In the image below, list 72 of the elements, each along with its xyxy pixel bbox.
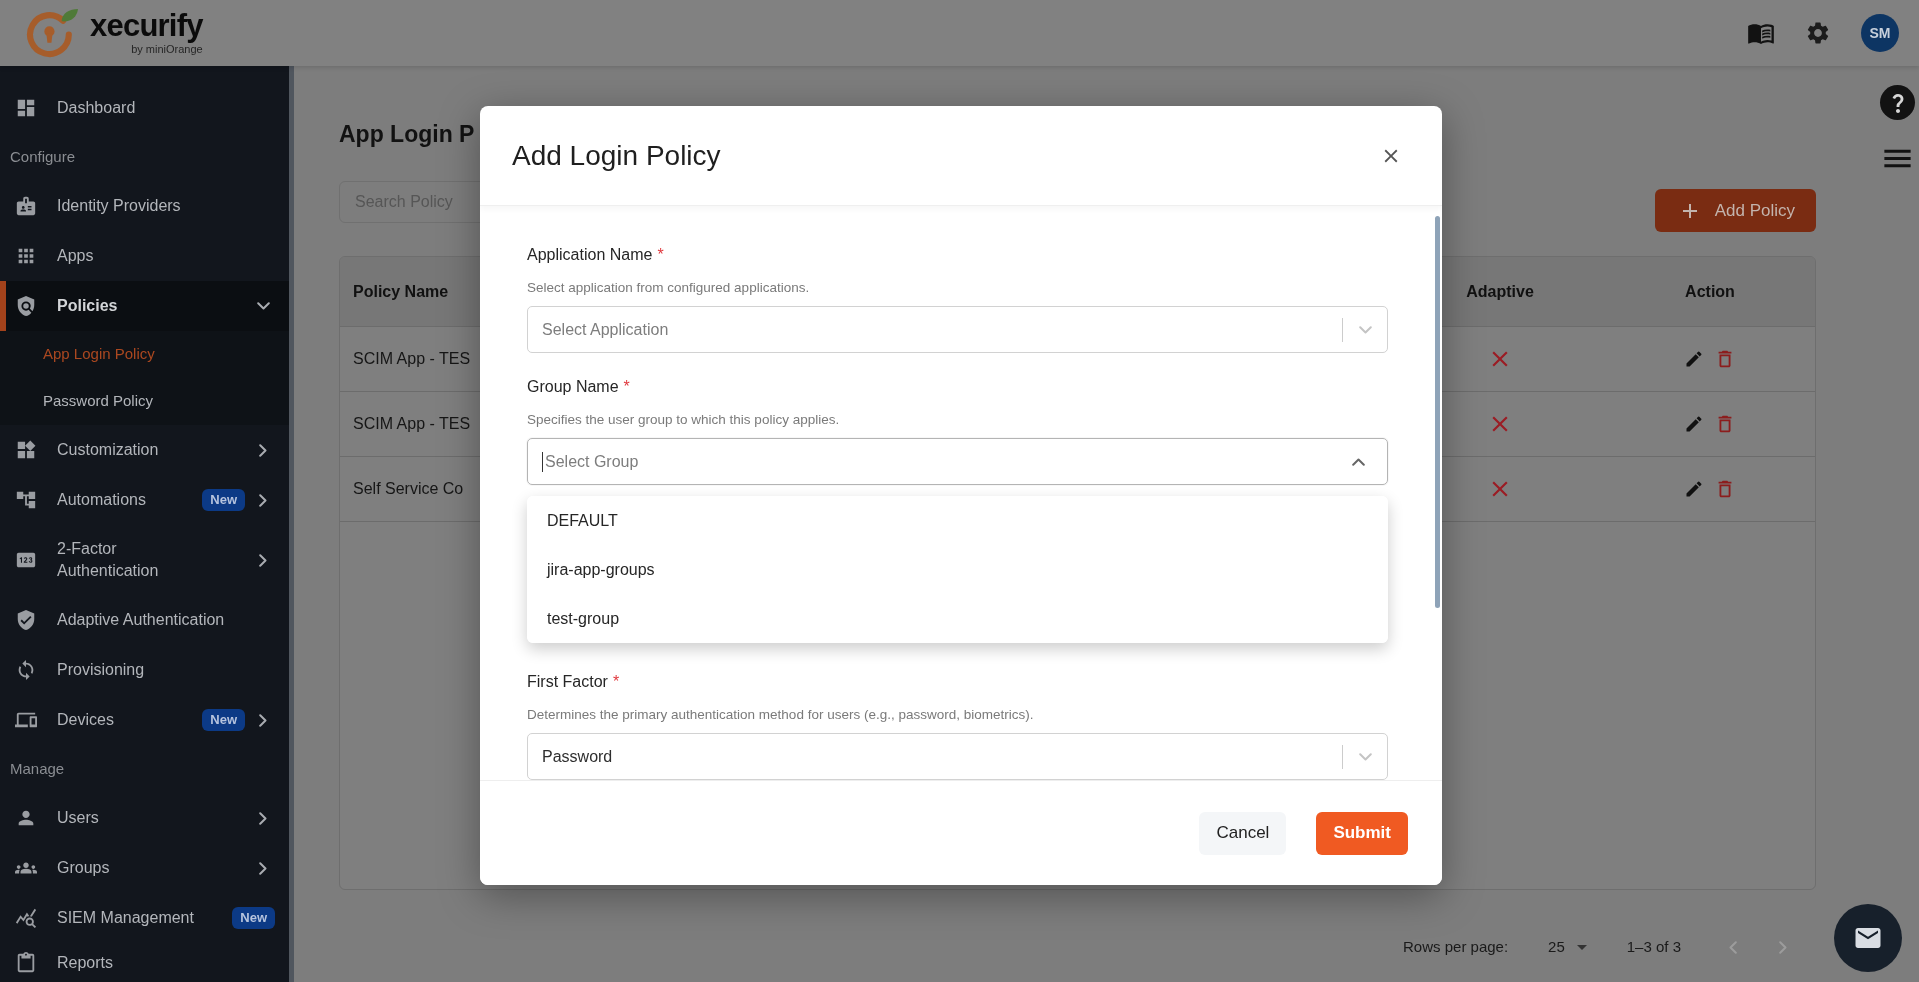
page-title: App Login P (339, 120, 475, 149)
avatar[interactable]: SM (1861, 14, 1899, 52)
nav-item[interactable]: Provisioning (0, 645, 289, 695)
rows-per-page-label: Rows per page: (1403, 936, 1509, 957)
page-range: 1–3 of 3 (1626, 936, 1681, 957)
section-label: Configure (10, 146, 76, 167)
chart-search-icon (15, 907, 37, 929)
caret-down-icon (1576, 944, 1587, 950)
field-label: Application Name (527, 245, 653, 265)
column-header: Adaptive (1466, 281, 1534, 302)
policy-name: SCIM App - TES (353, 349, 471, 369)
pencil-icon[interactable] (1684, 479, 1704, 499)
nav-item[interactable]: Users (0, 793, 289, 843)
field-help: Determines the primary authentication method for users (e.g., password, biometrics). (527, 707, 1034, 723)
scrollbar-thumb[interactable] (1435, 216, 1440, 608)
column-header: Policy Name (353, 281, 449, 302)
nav-item[interactable]: SIEM Management New (0, 893, 289, 943)
id-badge-icon (15, 195, 37, 217)
field-label: First Factor (527, 672, 608, 692)
required-mark: * (657, 245, 664, 265)
help-icon[interactable] (1880, 85, 1915, 120)
nav-item[interactable]: Automations New (0, 475, 289, 525)
nav-item[interactable]: Dashboard (0, 83, 289, 133)
dropdown-option[interactable]: jira-app-groups (527, 545, 1388, 594)
chevron-left-icon (1729, 940, 1737, 954)
chevron-down-icon (1359, 325, 1372, 334)
nav-badge: New (202, 709, 245, 731)
nav-item[interactable]: Policies (0, 281, 289, 331)
brand-name: xecurify (90, 10, 203, 42)
dashboard-icon (15, 97, 37, 119)
nav-item[interactable]: Adaptive Authentication (0, 595, 289, 645)
nav-item[interactable]: Identity Providers (0, 181, 289, 231)
column-header: Action (1685, 281, 1735, 302)
nav-item[interactable]: Groups (0, 843, 289, 893)
pencil-icon[interactable] (1684, 414, 1704, 434)
chevron-right-icon (1779, 940, 1787, 954)
chevron-up-icon (1352, 457, 1365, 466)
section-label: Manage (10, 758, 65, 779)
nav-item[interactable]: 2-Factor Authentication (0, 525, 289, 595)
nav-item[interactable]: Apps (0, 231, 289, 281)
nav-badge: New (232, 907, 275, 929)
dropdown-option[interactable]: DEFAULT (527, 496, 1388, 545)
required-mark: * (612, 672, 620, 692)
dialog-title: Add Login Policy (512, 138, 721, 173)
nav-item[interactable]: Reports (0, 943, 289, 982)
field-help: Select application from configured applications. (527, 280, 810, 296)
nav-subitem[interactable]: Password Policy (0, 378, 289, 425)
select-field[interactable]: Select Group (527, 438, 1388, 485)
nav-item[interactable]: Customization (0, 425, 289, 475)
field-label: Group Name (527, 377, 619, 397)
select-field[interactable]: Password (527, 733, 1388, 780)
policy-name: SCIM App - TES (353, 414, 471, 434)
policy-name: Self Service Co (353, 479, 464, 499)
cancel-button[interactable]: Cancel (1199, 811, 1287, 855)
settings-icon[interactable] (1805, 20, 1831, 46)
nav-item[interactable]: Devices New (0, 695, 289, 745)
required-mark: * (623, 377, 630, 397)
brand-byline: by miniOrange (131, 43, 203, 56)
rows-per-page-select[interactable]: 25 (1548, 935, 1587, 959)
shield-check-icon (15, 609, 37, 631)
tree-diagram-icon (15, 489, 37, 511)
pencil-icon[interactable] (1684, 349, 1704, 369)
clipboard-icon (15, 951, 37, 974)
widgets-icon (15, 439, 37, 461)
field-help: Specifies the user group to which this policy applies. (527, 412, 840, 428)
select-field[interactable]: Select Application (527, 306, 1388, 353)
dropdown-option[interactable]: test-group (527, 594, 1388, 643)
logo-icon (26, 8, 80, 58)
nav-badge: New (202, 489, 245, 511)
shield-search-icon (15, 295, 37, 317)
add-policy-button[interactable]: Add Policy (1654, 189, 1816, 232)
chevron-down-icon (1359, 752, 1372, 761)
